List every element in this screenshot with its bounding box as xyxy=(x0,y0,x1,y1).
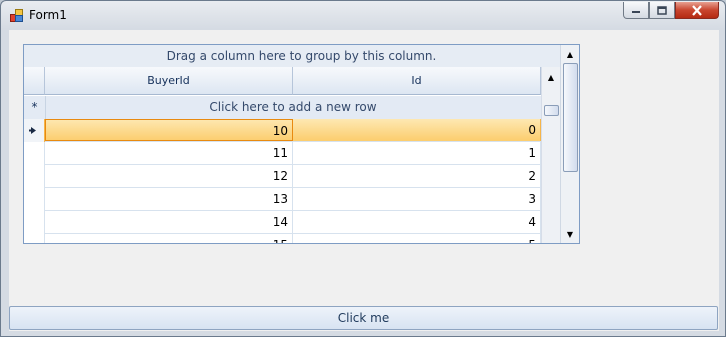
new-row-indicator: * xyxy=(24,96,46,119)
table-row[interactable]: 10 0 xyxy=(24,119,541,142)
cell-id[interactable]: 1 xyxy=(293,142,541,164)
arrow-down-icon: ▼ xyxy=(566,229,574,239)
app-window: Form1 Drag a column here to group by thi… xyxy=(0,0,726,337)
cell-buyerid[interactable]: 11 xyxy=(45,142,293,164)
column-header-id[interactable]: Id xyxy=(293,67,541,95)
outer-vertical-scrollbar[interactable]: ▲ ▼ xyxy=(560,45,579,243)
table-row[interactable]: 15 5 xyxy=(24,234,541,243)
cell-buyerid[interactable]: 13 xyxy=(45,188,293,210)
scroll-up-button[interactable]: ▲ xyxy=(542,69,560,85)
row-indicator xyxy=(24,165,45,188)
row-indicator xyxy=(24,188,45,211)
grid-header-row: BuyerId Id xyxy=(24,67,579,96)
row-indicator xyxy=(24,234,45,243)
cell-buyerid[interactable]: 15 xyxy=(45,234,293,243)
arrow-up-icon: ▲ xyxy=(547,72,555,82)
close-icon xyxy=(692,4,702,16)
minimize-button[interactable] xyxy=(623,2,649,19)
cell-id[interactable]: 4 xyxy=(293,211,541,233)
title-bar[interactable]: Form1 xyxy=(1,1,725,29)
table-row[interactable]: 12 2 xyxy=(24,165,541,188)
column-header-buyerid[interactable]: BuyerId xyxy=(45,67,293,95)
row-indicator xyxy=(24,211,45,234)
inner-vertical-scrollbar[interactable]: ▲ xyxy=(541,67,560,243)
close-button[interactable] xyxy=(675,2,719,19)
scroll-down-button[interactable]: ▼ xyxy=(561,226,579,242)
cell-buyerid[interactable]: 14 xyxy=(45,211,293,233)
table-row[interactable]: 14 4 xyxy=(24,211,541,234)
scroll-thumb[interactable] xyxy=(544,105,559,116)
cell-id[interactable]: 3 xyxy=(293,188,541,210)
cell-buyerid[interactable]: 10 xyxy=(45,119,293,141)
header-row-indicator xyxy=(24,67,45,95)
click-me-button[interactable]: Click me xyxy=(9,306,718,330)
table-row[interactable]: 13 3 xyxy=(24,188,541,211)
window-title: Form1 xyxy=(29,8,67,22)
cell-id[interactable]: 2 xyxy=(293,165,541,187)
add-new-row[interactable]: * Click here to add a new row xyxy=(24,96,541,120)
form-client-area: Drag a column here to group by this colu… xyxy=(9,30,719,331)
add-new-row-label: Click here to add a new row xyxy=(209,100,377,114)
cell-buyerid[interactable]: 12 xyxy=(45,165,293,187)
row-indicator xyxy=(24,142,45,165)
group-by-panel[interactable]: Drag a column here to group by this colu… xyxy=(24,45,579,68)
scroll-up-button[interactable]: ▲ xyxy=(561,46,579,62)
table-row[interactable]: 11 1 xyxy=(24,142,541,165)
cell-id[interactable]: 0 xyxy=(293,119,541,141)
maximize-button[interactable] xyxy=(649,2,675,19)
arrow-up-icon: ▲ xyxy=(566,49,574,59)
row-indicator xyxy=(24,119,45,142)
cell-id[interactable]: 5 xyxy=(293,234,541,243)
arrow-right-icon xyxy=(29,127,36,134)
data-grid[interactable]: Drag a column here to group by this colu… xyxy=(23,44,580,244)
maximize-icon xyxy=(657,5,667,15)
grid-rows: 10 0 11 1 12 2 13 3 14 4 xyxy=(24,119,541,243)
minimize-icon xyxy=(632,11,640,13)
winforms-app-icon xyxy=(10,9,23,22)
scroll-thumb[interactable] xyxy=(563,63,578,172)
